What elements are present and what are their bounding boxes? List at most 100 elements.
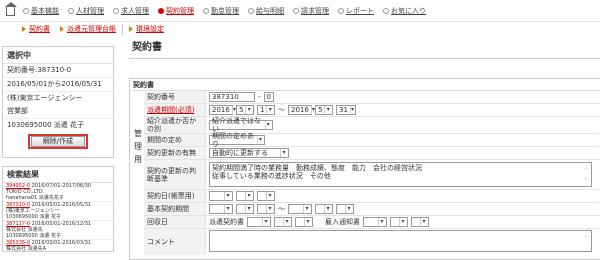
dispatch-doc-label: 派遣契約書 (209, 218, 244, 226)
row-sign-date: 契約日(帳票用) ▾ ▾ ▾ (144, 190, 599, 203)
chevron-down-icon: ▾ (280, 149, 287, 157)
nav-contracts[interactable]: 契約管理 (158, 6, 194, 16)
row-renewal: 契約更新の有無 自動的に更新する ▾ (144, 147, 599, 160)
chevron-down-icon: ▾ (245, 205, 252, 213)
selected-contract-no: 契約番号:387310-0 (3, 64, 113, 78)
nav-label: 契約管理 (166, 6, 194, 15)
scroll-up-icon[interactable]: ︿ (584, 232, 589, 240)
row-base-period: 基本契約期間 ▾ ▾ ▾ 〜 ▾ ▾ ▾ (144, 203, 599, 216)
scroll-up-icon[interactable]: ︿ (584, 164, 589, 172)
list-item[interactable]: 387117-0 2016/05/01-2016/12/31 株式会社 派遣先 … (3, 221, 113, 240)
dispatch-month-select[interactable]: ▾ (274, 217, 292, 227)
chevron-down-icon: ▾ (256, 136, 263, 144)
result-person: 1030695000 派遣 花子 (6, 214, 61, 220)
arrow-right-icon (22, 26, 26, 32)
base-from-day-select[interactable]: ▾ (257, 204, 275, 214)
bullet-icon (23, 7, 29, 14)
page-title: 契約書 (132, 42, 162, 53)
field-label: 基本契約期間 (144, 203, 206, 215)
scroll-down-icon[interactable]: ﹀ (584, 177, 589, 185)
sign-year-select[interactable]: ▾ (209, 191, 233, 201)
list-item[interactable]: 394952-0 2016/07/01-2017/06/30 TOKIO CO.… (3, 183, 113, 202)
chevron-down-icon: ▾ (224, 192, 231, 200)
nav-attendance[interactable]: 勤怠管理 (203, 6, 239, 16)
notice-month-select[interactable]: ▾ (390, 217, 408, 227)
criteria-textarea[interactable]: 契約期間満了時の業務量 勤務成績、態度 能力 会社の経営状況 従事している業務の… (209, 162, 592, 187)
sign-day-select[interactable]: ▾ (257, 191, 275, 201)
subnav-label: 契約書 (29, 25, 50, 33)
main-content: 契約書 契約書 管理用 契約番号 387310 - 0 派遣期間(必須) 201… (129, 38, 600, 260)
from-month-select[interactable]: 5 ▾ (236, 105, 254, 115)
base-to-year-select[interactable]: ▾ (288, 204, 312, 214)
subnav-settings[interactable]: 環境設定 (129, 24, 164, 34)
separator: 〜 (278, 205, 285, 213)
nav-jobs[interactable]: 求人管理 (113, 6, 149, 16)
renewal-select[interactable]: 自動的に更新する ▾ (209, 148, 289, 158)
comment-textarea[interactable]: ︿ (209, 230, 592, 252)
field-label: 契約番号 (144, 91, 206, 103)
subnav-contract[interactable]: 契約書 (22, 24, 50, 34)
base-from-month-select[interactable]: ▾ (236, 204, 254, 214)
to-year-select[interactable]: 2016 ▾ (288, 105, 315, 115)
select-value: 5 (318, 106, 323, 114)
to-day-select[interactable]: 31 ▾ (336, 105, 356, 115)
home-icon[interactable] (5, 2, 17, 16)
nav-label: 人材管理 (76, 6, 104, 15)
chevron-down-icon: ▾ (304, 218, 311, 226)
contract-branch-input[interactable]: 0 (263, 92, 274, 102)
field-value: 派遣契約書 ▾ ▾ ▾ 雇入通知書 ▾ ▾ ▾ (206, 216, 599, 228)
divider (129, 58, 600, 59)
release-create-button[interactable]: 解除/作成 (31, 136, 85, 147)
kanri-label: 管理用 (134, 129, 142, 164)
field-value: ︿ (206, 229, 599, 255)
list-item[interactable]: 385335-0 2016/03/01-2016/03/31 株式会社 派遣先A (3, 240, 113, 251)
field-label: コメント (144, 229, 206, 255)
field-value: ▾ ▾ ▾ 〜 ▾ ▾ ▾ (206, 203, 599, 215)
result-person: hanahana01 派遣先花子 (6, 195, 64, 201)
scrollbar[interactable]: ︿ ﹀ (583, 164, 590, 185)
dispatch-year-select[interactable]: ▾ (247, 217, 271, 227)
select-value: 31 (339, 106, 348, 114)
bullet-icon (203, 7, 209, 14)
notice-day-select[interactable]: ▾ (411, 217, 429, 227)
bullet-icon (293, 7, 299, 14)
base-to-month-select[interactable]: ▾ (315, 204, 333, 214)
chevron-down-icon: ▾ (420, 218, 427, 226)
sign-month-select[interactable]: ▾ (236, 191, 254, 201)
chevron-down-icon: ▾ (264, 121, 271, 129)
list-item[interactable]: 387310-0 2016/05/01-2016/05/31 (株)東京エージェ… (3, 202, 113, 221)
search-results-box: 検索結果 394952-0 2016/07/01-2017/06/30 TOKI… (2, 166, 114, 252)
nav-hr[interactable]: 人材管理 (68, 6, 104, 16)
select-value: 期間の定めあり (212, 132, 254, 148)
nav-favorites[interactable]: お気に入り (383, 6, 426, 16)
field-value: 期間の定めあり ▾ (206, 132, 599, 148)
intro-select[interactable]: 紹介派遣ではない ▾ (209, 117, 273, 133)
dispatch-day-select[interactable]: ▾ (295, 217, 313, 227)
from-year-select[interactable]: 2016 ▾ (209, 105, 236, 115)
nav-report[interactable]: レポート (338, 6, 374, 16)
nav-label: 基本機能 (31, 6, 59, 15)
notice-year-select[interactable]: ▾ (363, 217, 387, 227)
release-button-highlight: 解除/作成 (28, 134, 88, 149)
nav-payslip[interactable]: 給与明細 (248, 6, 284, 16)
field-label: 回収日 (144, 216, 206, 228)
nav-billing[interactable]: 請求管理 (293, 6, 329, 16)
scrollbar[interactable]: ︿ (583, 232, 590, 250)
from-day-select[interactable]: 1 ▾ (257, 105, 275, 115)
term-select[interactable]: 期間の定めあり ▾ (209, 132, 265, 148)
bullet-icon (158, 7, 164, 14)
base-from-year-select[interactable]: ▾ (209, 204, 233, 214)
contract-no-input[interactable]: 387310 (209, 92, 255, 102)
row-collection: 回収日 派遣契約書 ▾ ▾ ▾ 雇入通知書 ▾ ▾ ▾ (144, 216, 599, 229)
top-nav: 基本機能 人材管理 求人管理 契約管理 勤怠管理 給与明細 請求管理 レポート … (0, 0, 600, 22)
selected-box: 選択中 契約番号:387310-0 2016/05/01から2016/05/31… (2, 46, 114, 158)
nav-basic[interactable]: 基本機能 (23, 6, 59, 16)
chevron-down-icon: ▾ (266, 205, 273, 213)
to-month-select[interactable]: 5 ▾ (315, 105, 333, 115)
chevron-down-icon: ▾ (324, 205, 331, 213)
field-label: 紹介派遣か否かの別 (144, 117, 206, 133)
nav-label: 請求管理 (301, 6, 329, 15)
field-label[interactable]: 派遣期間(必須) (144, 104, 206, 116)
subnav-ledger[interactable]: 派遣元管理台帳 (60, 24, 116, 34)
base-to-day-select[interactable]: ▾ (336, 204, 354, 214)
